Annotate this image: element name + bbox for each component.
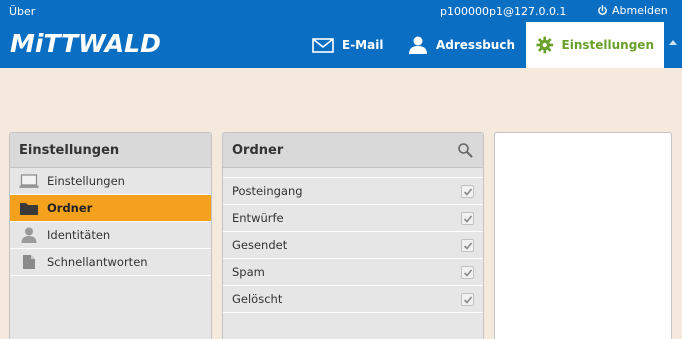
- top-bar: Über p100000p1@127.0.0.1 Abmelden MiTTWA…: [0, 0, 682, 68]
- logout-button[interactable]: Abmelden: [597, 4, 668, 17]
- folder-row-trash[interactable]: Gelöscht: [223, 286, 483, 313]
- nav-mail-label: E-Mail: [342, 38, 384, 52]
- nav-settings-label: Einstellungen: [561, 38, 654, 52]
- folders-panel-title: Ordner: [232, 142, 284, 158]
- folder-label: Posteingang: [232, 184, 303, 198]
- computer-icon: [19, 173, 39, 189]
- checkmark-icon: [463, 295, 472, 304]
- section-item-preferences[interactable]: Einstellungen: [10, 168, 211, 195]
- section-item-responses[interactable]: Schnellantworten: [10, 249, 211, 276]
- folder-list-spacer: [223, 168, 483, 178]
- section-item-label: Einstellungen: [47, 174, 125, 188]
- user-account-label: p100000p1@127.0.0.1: [440, 5, 567, 18]
- mittwald-logo: MiTTWALD: [10, 29, 161, 58]
- document-icon: [19, 254, 39, 270]
- checkmark-icon: [463, 241, 472, 250]
- subscribe-checkbox[interactable]: [461, 239, 474, 252]
- checkmark-icon: [463, 268, 472, 277]
- folder-label: Spam: [232, 265, 265, 279]
- settings-panel-title: Einstellungen: [10, 133, 211, 168]
- checkmark-icon: [463, 214, 472, 223]
- section-item-folders[interactable]: Ordner: [10, 195, 211, 222]
- subscribe-checkbox[interactable]: [461, 266, 474, 279]
- folder-row-drafts[interactable]: Entwürfe: [223, 205, 483, 232]
- section-item-label: Ordner: [47, 201, 93, 215]
- checkmark-icon: [463, 187, 472, 196]
- subscribe-checkbox[interactable]: [461, 212, 474, 225]
- nav-addressbook[interactable]: Adressbuch: [398, 22, 525, 68]
- subscribe-checkbox[interactable]: [461, 185, 474, 198]
- nav-addressbook-label: Adressbuch: [436, 38, 516, 52]
- subscribe-checkbox[interactable]: [461, 293, 474, 306]
- section-item-label: Schnellantworten: [47, 255, 148, 269]
- folder-detail-panel: [494, 132, 672, 339]
- envelope-icon: [312, 37, 334, 53]
- folder-label: Entwürfe: [232, 211, 284, 225]
- gear-icon: [536, 36, 554, 54]
- folder-icon: [19, 200, 39, 216]
- section-item-identities[interactable]: Identitäten: [10, 222, 211, 249]
- folder-label: Gelöscht: [232, 292, 283, 306]
- logout-label: Abmelden: [612, 4, 668, 17]
- folder-label: Gesendet: [232, 238, 288, 252]
- folder-row-inbox[interactable]: Posteingang: [223, 178, 483, 205]
- caret-up-icon: [669, 40, 677, 45]
- folder-row-spam[interactable]: Spam: [223, 259, 483, 286]
- person-icon: [409, 36, 427, 54]
- settings-sections-panel: Einstellungen Einstellungen Ordner Ident…: [9, 132, 212, 339]
- folders-panel-header: Ordner: [223, 133, 483, 168]
- folder-row-sent[interactable]: Gesendet: [223, 232, 483, 259]
- nav-menu-toggle[interactable]: [664, 22, 682, 68]
- section-item-label: Identitäten: [47, 228, 111, 242]
- about-link[interactable]: Über: [9, 5, 35, 18]
- search-icon[interactable]: [457, 142, 473, 158]
- power-icon: [598, 5, 607, 15]
- person-icon: [19, 227, 39, 243]
- folders-panel: Ordner Posteingang Entwürfe Gesendet Spa…: [222, 132, 484, 339]
- nav-settings[interactable]: Einstellungen: [526, 22, 664, 68]
- nav-mail[interactable]: E-Mail: [302, 22, 393, 68]
